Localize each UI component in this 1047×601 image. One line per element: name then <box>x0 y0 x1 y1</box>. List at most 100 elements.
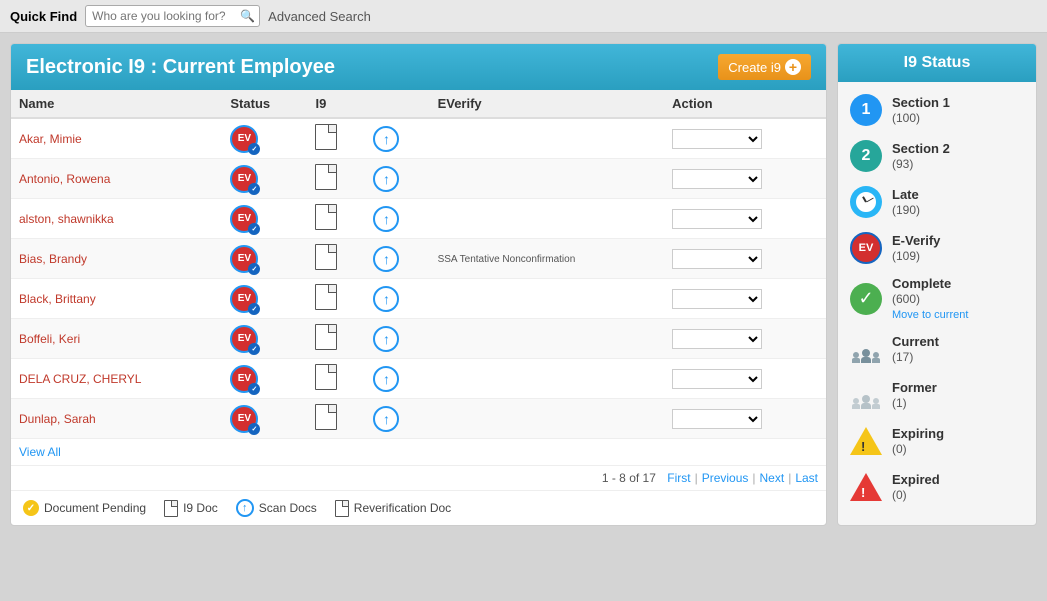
status-text: Complete (600) Move to current <box>892 276 968 321</box>
table-row: Dunlap, SarahEV✓↑ <box>11 399 826 439</box>
status-item-current[interactable]: Current (17) <box>848 329 1026 369</box>
status-name: Expiring <box>892 426 944 441</box>
doc-icon[interactable] <box>315 404 337 430</box>
action-select[interactable] <box>672 169 762 189</box>
i9-doc-icon <box>164 500 178 517</box>
status-item-expired[interactable]: Expired (0) <box>848 467 1026 507</box>
upload-icon[interactable]: ↑ <box>373 206 399 232</box>
status-icon-wrap <box>848 377 884 413</box>
complete-icon: ✓ <box>850 283 882 315</box>
col-status: Status <box>222 90 307 118</box>
status-icon-wrap <box>848 469 884 505</box>
doc-icon[interactable] <box>315 164 337 190</box>
status-count: (600) <box>892 292 920 306</box>
search-input[interactable] <box>85 5 260 27</box>
previous-page-link[interactable]: Previous <box>702 471 749 485</box>
ev-badge: EV✓ <box>230 285 258 313</box>
action-select[interactable] <box>672 329 762 349</box>
upload-icon[interactable]: ↑ <box>373 326 399 352</box>
legend-scan-docs: ↑ Scan Docs <box>236 499 317 517</box>
section2-icon: 2 <box>850 140 882 172</box>
employee-name-link[interactable]: alston, shawnikka <box>19 212 114 226</box>
status-text: Current (17) <box>892 334 939 364</box>
upload-icon[interactable]: ↑ <box>373 246 399 272</box>
last-page-link[interactable]: Last <box>795 471 818 485</box>
action-select[interactable] <box>672 369 762 389</box>
action-select[interactable] <box>672 209 762 229</box>
action-select[interactable] <box>672 289 762 309</box>
table-row: Antonio, RowenaEV✓↑ <box>11 159 826 199</box>
status-item-everify[interactable]: EV E-Verify (109) <box>848 228 1026 268</box>
employee-name-link[interactable]: Antonio, Rowena <box>19 172 110 186</box>
employee-name-link[interactable]: Akar, Mimie <box>19 132 82 146</box>
advanced-search-link[interactable]: Advanced Search <box>268 9 371 24</box>
create-i9-button[interactable]: Create i9 + <box>718 54 811 80</box>
doc-icon[interactable] <box>315 284 337 310</box>
table-row: alston, shawnikka EV✓ ↑ <box>11 199 826 239</box>
ev-badge: EV✓ <box>230 205 258 233</box>
panel-header: Electronic I9 : Current Employee Create … <box>11 44 826 90</box>
ev-badge: EV✓ <box>230 125 258 153</box>
col-action: Action <box>664 90 826 118</box>
upload-icon[interactable]: ↑ <box>373 286 399 312</box>
status-name: Complete <box>892 276 951 291</box>
table-row: Black, Brittany EV✓ ↑ <box>11 279 826 319</box>
col-everify: EVerify <box>430 90 665 118</box>
status-item-complete[interactable]: ✓ Complete (600) Move to current <box>848 274 1026 323</box>
ev-inner: ✓ <box>248 343 260 355</box>
action-select[interactable] <box>672 129 762 149</box>
upload-icon[interactable]: ↑ <box>373 366 399 392</box>
left-panel: Electronic I9 : Current Employee Create … <box>10 43 827 526</box>
late-icon <box>850 186 882 218</box>
move-to-current-link[interactable]: Move to current <box>892 309 968 321</box>
status-item-expiring[interactable]: Expiring (0) <box>848 421 1026 461</box>
status-item-former[interactable]: Former (1) <box>848 375 1026 415</box>
legend-i9-doc: I9 Doc <box>164 500 218 517</box>
everify-status: SSA Tentative Nonconfirmation <box>438 254 576 265</box>
doc-icon[interactable] <box>315 364 337 390</box>
scan-docs-icon: ↑ <box>236 499 254 517</box>
employee-name-link[interactable]: Dunlap, Sarah <box>19 412 96 426</box>
legend-scan-docs-label: Scan Docs <box>259 501 317 515</box>
employee-name-link[interactable]: Black, Brittany <box>19 292 96 306</box>
legend-doc-pending-label: Document Pending <box>44 501 146 515</box>
status-count: (0) <box>892 442 907 456</box>
employee-name-link[interactable]: Boffeli, Keri <box>19 332 80 346</box>
search-wrap: 🔍 <box>85 5 260 27</box>
ev-inner: ✓ <box>248 383 260 395</box>
upload-icon[interactable]: ↑ <box>373 126 399 152</box>
status-name: E-Verify <box>892 233 940 248</box>
employee-name-link[interactable]: Bias, Brandy <box>19 252 87 266</box>
doc-icon[interactable] <box>315 124 337 150</box>
next-page-link[interactable]: Next <box>760 471 785 485</box>
upload-icon[interactable]: ↑ <box>373 406 399 432</box>
status-text: Late (190) <box>892 187 920 217</box>
status-count: (1) <box>892 396 907 410</box>
employee-name-link[interactable]: DELA CRUZ, CHERYL <box>19 372 141 386</box>
doc-icon[interactable] <box>315 204 337 230</box>
status-item-section2[interactable]: 2 Section 2 (93) <box>848 136 1026 176</box>
upload-icon[interactable]: ↑ <box>373 166 399 192</box>
legend-reverification-doc: Reverification Doc <box>335 500 451 517</box>
action-select[interactable] <box>672 249 762 269</box>
view-all-link[interactable]: View All <box>19 445 61 459</box>
everify-icon: EV <box>850 232 882 264</box>
status-icon-wrap: ✓ <box>848 281 884 317</box>
employees-table: Name Status I9 EVerify Action Akar, Mimi… <box>11 90 826 466</box>
status-icon-wrap: 1 <box>848 92 884 128</box>
first-page-link[interactable]: First <box>667 471 690 485</box>
doc-pending-icon: ✓ <box>23 500 39 516</box>
main-layout: Electronic I9 : Current Employee Create … <box>0 33 1047 536</box>
status-item-late[interactable]: Late (190) <box>848 182 1026 222</box>
status-icon-wrap <box>848 423 884 459</box>
table-row: Bias, BrandyEV✓↑SSA Tentative Nonconfirm… <box>11 239 826 279</box>
doc-icon[interactable] <box>315 324 337 350</box>
status-count: (190) <box>892 203 920 217</box>
action-select[interactable] <box>672 409 762 429</box>
status-name: Expired <box>892 472 940 487</box>
status-item-section1[interactable]: 1 Section 1 (100) <box>848 90 1026 130</box>
expiring-icon <box>850 425 882 457</box>
status-text: E-Verify (109) <box>892 233 940 263</box>
top-bar: Quick Find 🔍 Advanced Search <box>0 0 1047 33</box>
doc-icon[interactable] <box>315 244 337 270</box>
